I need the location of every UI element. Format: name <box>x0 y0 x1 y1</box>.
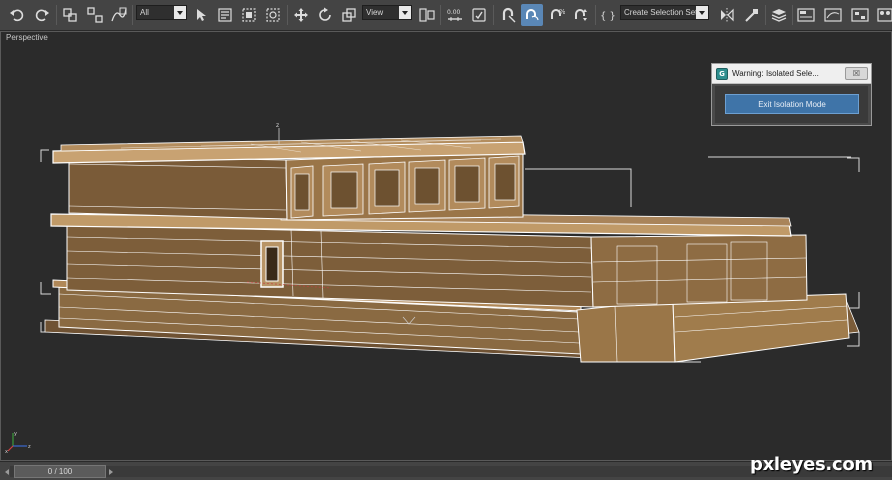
selection-filter-value: All <box>140 8 149 17</box>
toolbar-separator <box>132 5 133 25</box>
angle-snap-icon[interactable] <box>521 4 543 26</box>
use-pivot-center-icon[interactable] <box>416 4 438 26</box>
spinner-snap-icon[interactable] <box>570 4 592 26</box>
chevron-down-icon <box>174 6 186 19</box>
time-slider-thumb[interactable]: 0 / 100 <box>14 465 106 478</box>
svg-text:%: % <box>559 8 565 16</box>
close-icon[interactable]: ☒ <box>845 67 868 80</box>
align-icon[interactable] <box>741 4 763 26</box>
axis-z-label: z <box>28 444 31 450</box>
reference-coordinate-value: View <box>366 8 384 17</box>
axis-y-label: y <box>14 431 17 437</box>
watermark-text: pxleyes.com <box>750 454 873 475</box>
named-selection-set-dropdown[interactable]: Create Selection Set <box>620 5 709 20</box>
edit-named-selection-icon[interactable]: { } <box>597 4 619 26</box>
select-and-move-icon[interactable] <box>290 4 312 26</box>
toolbar-separator <box>440 5 441 25</box>
main-toolbar: All View 0.00 % {} Create Selection Set <box>0 0 892 31</box>
isolation-warning-dialog: G Warning: Isolated Sele... ☒ Exit Isola… <box>711 63 872 126</box>
mirror-icon[interactable] <box>716 4 738 26</box>
max-app-window: All View 0.00 % {} Create Selection Set… <box>0 0 892 480</box>
toolbar-separator <box>287 5 288 25</box>
curve-editor-icon[interactable] <box>822 4 844 26</box>
toolbar-separator <box>56 5 57 25</box>
ribbon-icon[interactable] <box>795 4 817 26</box>
next-frame-icon[interactable] <box>106 466 115 477</box>
selection-filter-dropdown[interactable]: All <box>136 5 187 20</box>
gizmo-z-label: z <box>276 122 279 129</box>
app-icon: G <box>716 68 728 80</box>
select-and-scale-icon[interactable] <box>338 4 360 26</box>
rectangular-selection-region-icon[interactable] <box>238 4 260 26</box>
select-and-manipulate-icon[interactable]: 0.00 <box>444 4 466 26</box>
percent-snap-icon[interactable]: % <box>546 4 568 26</box>
toolbar-separator <box>765 5 766 25</box>
chevron-down-icon <box>399 6 411 19</box>
select-by-name-icon[interactable] <box>214 4 236 26</box>
dialog-title: Warning: Isolated Sele... <box>732 69 819 78</box>
reference-coordinate-dropdown[interactable]: View <box>362 5 412 20</box>
keyboard-shortcut-override-icon[interactable] <box>468 4 490 26</box>
dialog-body: Exit Isolation Mode <box>715 86 868 123</box>
named-selection-set-value: Create Selection Set <box>624 8 696 17</box>
toolbar-separator <box>493 5 494 25</box>
dialog-title-bar[interactable]: G Warning: Isolated Sele... ☒ <box>712 64 871 84</box>
snaps-toggle-icon[interactable] <box>497 4 519 26</box>
toolbar-separator <box>792 5 793 25</box>
toolbar-separator <box>595 5 596 25</box>
axis-tripod-icon: y z x <box>5 431 31 454</box>
layer-manager-icon[interactable] <box>768 4 790 26</box>
bind-to-space-warp-icon[interactable] <box>108 4 130 26</box>
material-editor-icon[interactable] <box>874 4 892 26</box>
svg-text:0.00: 0.00 <box>447 9 461 16</box>
chevron-down-icon <box>696 6 708 19</box>
previous-frame-icon[interactable] <box>2 466 11 477</box>
perspective-viewport[interactable]: Perspective z y z x G Warning: Isolated … <box>0 31 892 461</box>
undo-icon[interactable] <box>6 4 28 26</box>
select-object-icon[interactable] <box>190 4 212 26</box>
schematic-view-icon[interactable] <box>849 4 871 26</box>
redo-icon[interactable] <box>31 4 53 26</box>
exit-isolation-mode-button[interactable]: Exit Isolation Mode <box>725 94 859 114</box>
svg-text:{ }: { } <box>600 11 616 22</box>
select-and-link-icon[interactable] <box>59 4 81 26</box>
axis-x-label: x <box>5 449 8 454</box>
unlink-selection-icon[interactable] <box>84 4 106 26</box>
window-crossing-icon[interactable] <box>262 4 284 26</box>
select-and-rotate-icon[interactable] <box>314 4 336 26</box>
